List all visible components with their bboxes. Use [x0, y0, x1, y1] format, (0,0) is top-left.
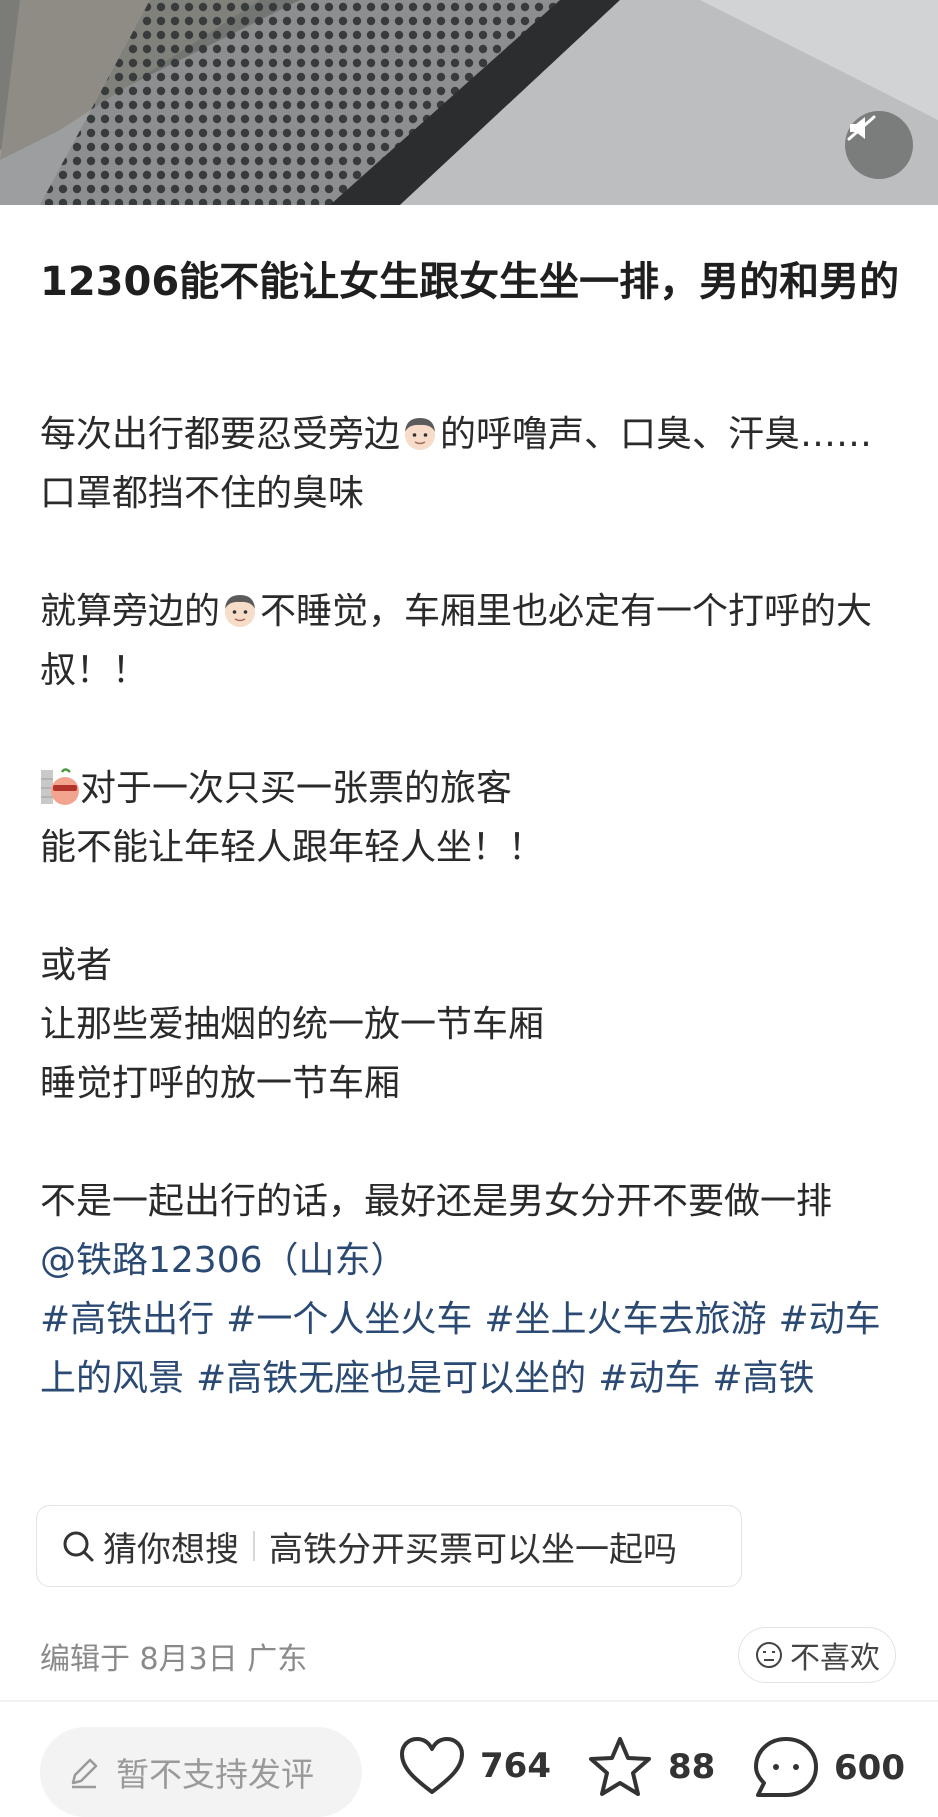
hashtag[interactable]: #动车 [598, 1358, 700, 1399]
man-face-emoji [405, 418, 436, 450]
dislike-button[interactable]: 不喜欢 [738, 1627, 896, 1683]
hashtag[interactable]: #高铁无座也是可以坐的 [196, 1358, 586, 1399]
frown-face-icon [756, 1642, 782, 1668]
comment-button[interactable]: 600 [752, 1735, 905, 1801]
search-suggestion[interactable]: 猜你想搜 高铁分开买票可以坐一起吗 [36, 1505, 742, 1587]
hashtag[interactable]: #高铁 [712, 1358, 814, 1399]
star-icon [589, 1737, 651, 1796]
post-title: 12306能不能让女生跟女生坐一排，男的和男的 [40, 259, 900, 305]
search-icon [63, 1531, 94, 1562]
paragraph-text: 每次出行都要忍受旁边 [40, 414, 401, 455]
favorite-button[interactable]: 88 [586, 1735, 715, 1799]
paragraph-text: 或者 [40, 945, 113, 986]
divider [0, 1700, 938, 1702]
paragraph-5: 不是一起出行的话，最好还是男女分开不要做一排 [40, 1172, 900, 1231]
search-suggestion-label: 猜你想搜 [103, 1529, 239, 1570]
paragraph-1: 每次出行都要忍受旁边 的呼噜声、口臭、汗臭……口罩都挡不住的臭味 [40, 405, 900, 523]
hero-image [0, 0, 938, 205]
post-body: 每次出行都要忍受旁边 的呼噜声、口臭、汗臭……口罩都挡不住的臭味 就算旁边的 不睡觉… [40, 405, 900, 1408]
peeking-emoji [41, 768, 79, 805]
comment-placeholder: 暂不支持发评 [116, 1755, 314, 1794]
paragraph-4: 或者 让那些爱抽烟的统一放一节车厢 睡觉打呼的放一节车厢 [40, 936, 900, 1113]
like-button[interactable]: 764 [398, 1735, 551, 1797]
like-count: 764 [480, 1746, 551, 1786]
favorite-count: 88 [668, 1747, 716, 1787]
heart-icon [400, 1737, 464, 1794]
paragraph-text: 不是一起出行的话，最好还是男女分开不要做一排 [40, 1181, 833, 1222]
man-face-emoji [225, 595, 256, 627]
hashtag-list: #高铁出行 #一个人坐火车 #坐上火车去旅游 #动车上的风景 #高铁无座也是可以坐的 #动… [40, 1290, 900, 1408]
search-suggestion-query[interactable]: 高铁分开买票可以坐一起吗 [269, 1522, 677, 1571]
paragraph-text: 让那些爱抽烟的统一放一节车厢 [40, 1004, 545, 1045]
pencil-icon [71, 1758, 98, 1789]
mention-link[interactable]: @铁路12306（山东） [40, 1240, 407, 1281]
hashtag[interactable]: #坐上火车去旅游 [484, 1299, 766, 1340]
comment-input[interactable]: 暂不支持发评 [40, 1727, 362, 1817]
paragraph-text: 睡觉打呼的放一节车厢 [40, 1063, 401, 1104]
paragraph-text: 对于一次只买一张票的旅客 [80, 768, 513, 809]
paragraph-3: 对于一次只买一张票的旅客 能不能让年轻人跟年轻人坐！！ [40, 759, 900, 877]
mute-button[interactable] [845, 111, 913, 179]
paragraph-text: 就算旁边的 [40, 591, 221, 632]
paragraph-2: 就算旁边的 不睡觉，车厢里也必定有一个打呼的大叔！！ [40, 582, 900, 700]
dislike-label: 不喜欢 [790, 1641, 880, 1676]
chat-bubble-icon [754, 1737, 818, 1797]
comment-count: 600 [834, 1748, 905, 1788]
paragraph-text: 能不能让年轻人跟年轻人坐！！ [40, 827, 545, 868]
train-window-photo [0, 0, 938, 205]
edit-info: 编辑于 8月3日 广东 [40, 1642, 308, 1677]
hashtag[interactable]: #高铁出行 [40, 1299, 214, 1340]
speaker-mute-icon [847, 115, 876, 141]
divider [253, 1531, 255, 1561]
mention-line: @铁路12306（山东） [40, 1231, 900, 1290]
hashtag[interactable]: #一个人坐火车 [226, 1299, 472, 1340]
